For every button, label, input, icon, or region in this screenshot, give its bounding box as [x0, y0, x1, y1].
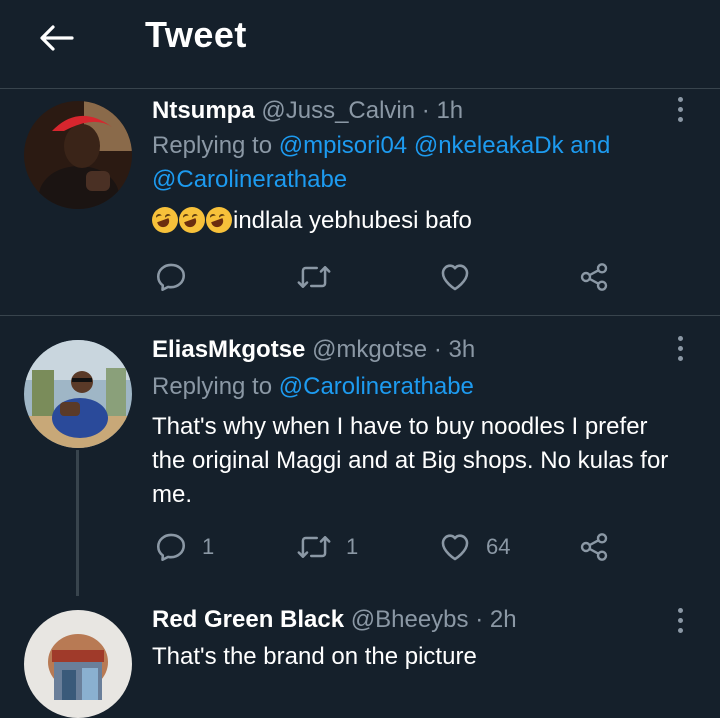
thread-connector [76, 450, 79, 596]
tweet-text-content: That's the brand on the picture [152, 643, 477, 670]
rofl-emoji-icon [152, 207, 178, 233]
back-button[interactable] [36, 18, 76, 58]
like-button[interactable] [438, 257, 486, 297]
separator-dot: · [421, 97, 430, 124]
tweet-text-line: me. [152, 481, 193, 508]
share-icon [580, 533, 608, 561]
mention-link[interactable]: @nkeleakaDk [414, 132, 564, 159]
display-name[interactable]: Red Green Black [152, 606, 344, 633]
like-count: 64 [486, 534, 511, 559]
reply-icon [156, 263, 186, 292]
action-bar [152, 257, 622, 297]
retweet-icon [297, 536, 331, 558]
tweet-text-line: the original Maggi and at Big shops. No … [152, 447, 669, 474]
timestamp[interactable]: 2h [490, 606, 517, 633]
user-handle[interactable]: @mkgotse [312, 336, 427, 363]
replying-to: Replying to @Carolinerathabe [152, 370, 692, 404]
page-title: Tweet [145, 14, 247, 55]
avatar[interactable] [24, 101, 132, 209]
user-handle[interactable]: @Juss_Calvin [261, 97, 415, 124]
rofl-emoji-icon [206, 207, 232, 233]
reply-icon [156, 533, 186, 562]
mention-and[interactable]: and [570, 132, 610, 159]
retweet-button[interactable] [296, 257, 346, 297]
tweet[interactable]: EliasMkgotse @mkgotse · 3h Replying to @… [0, 316, 720, 596]
replying-to-label: Replying to [152, 373, 273, 400]
mention-link[interactable]: @mpisori04 [279, 132, 407, 159]
like-button[interactable]: 64 [438, 527, 510, 567]
replying-to-label: Replying to [152, 132, 273, 159]
more-options-button[interactable] [668, 332, 692, 364]
tweet-header: Red Green Black @Bheeybs · 2h [152, 606, 517, 634]
arrow-left-icon [40, 25, 74, 51]
avatar[interactable] [24, 340, 132, 448]
tweet-text: indlala yebhubesi bafo [152, 204, 692, 238]
timestamp[interactable]: 3h [448, 336, 475, 363]
top-bar: Tweet [0, 0, 720, 89]
display-name[interactable]: EliasMkgotse [152, 336, 305, 363]
mention-link[interactable]: @Carolinerathabe [152, 166, 347, 193]
heart-icon [441, 534, 469, 561]
reply-button[interactable]: 1 [154, 527, 214, 567]
retweet-button[interactable]: 1 [296, 527, 358, 567]
reply-button[interactable] [154, 257, 202, 297]
tweet-header: EliasMkgotse @mkgotse · 3h [152, 336, 475, 364]
more-options-button[interactable] [668, 93, 692, 125]
tweet-header: Ntsumpa @Juss_Calvin · 1h [152, 97, 463, 125]
share-icon [580, 263, 608, 291]
rofl-emoji-icon [179, 207, 205, 233]
replying-to: Replying to @mpisori04 @nkeleakaDk and @… [152, 129, 692, 197]
tweet[interactable]: Ntsumpa @Juss_Calvin · 1h Replying to @m… [0, 89, 720, 316]
separator-dot: · [475, 606, 484, 633]
avatar[interactable] [24, 610, 132, 718]
action-bar: 1 1 64 [152, 527, 622, 567]
more-options-button[interactable] [668, 604, 692, 636]
separator-dot: · [433, 336, 442, 363]
share-button[interactable] [578, 527, 610, 567]
share-button[interactable] [578, 257, 610, 297]
reply-count: 1 [202, 534, 215, 559]
tweet-text-content: indlala yebhubesi bafo [233, 207, 472, 234]
tweet-text-line: That's why when I have to buy noodles I … [152, 413, 648, 440]
mention-link[interactable]: @Carolinerathabe [279, 373, 474, 400]
user-handle[interactable]: @Bheeybs [351, 606, 469, 633]
tweet-text: That's the brand on the picture [152, 640, 692, 674]
display-name[interactable]: Ntsumpa [152, 97, 255, 124]
tweet-text: That's why when I have to buy noodles I … [152, 410, 692, 512]
retweet-count: 1 [346, 534, 359, 559]
heart-icon [441, 264, 469, 291]
tweet[interactable]: Red Green Black @Bheeybs · 2h That's the… [0, 596, 720, 718]
retweet-icon [297, 266, 331, 288]
timestamp[interactable]: 1h [436, 97, 463, 124]
